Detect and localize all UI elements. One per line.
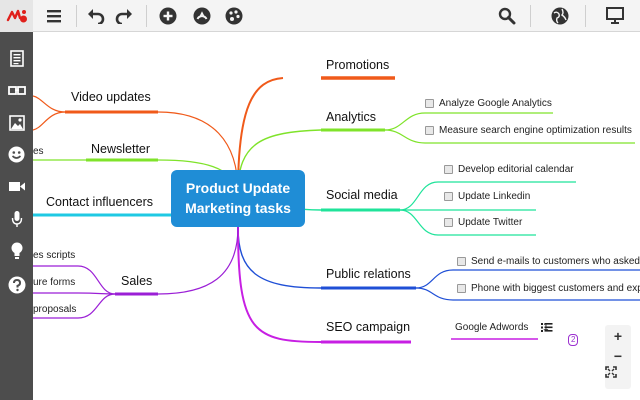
node-google-adwords[interactable]: Google Adwords bbox=[455, 322, 528, 333]
node-seo-campaign[interactable]: SEO campaign bbox=[326, 320, 410, 334]
left-sidebar bbox=[0, 32, 33, 400]
globe-icon[interactable] bbox=[548, 4, 572, 28]
task-node[interactable]: Update Linkedin bbox=[444, 191, 530, 202]
task-label: Update Twitter bbox=[458, 217, 523, 228]
task-label: Develop editorial calendar bbox=[458, 164, 574, 175]
node-newsletter[interactable]: Newsletter bbox=[91, 142, 150, 156]
collapsed-children-badge[interactable]: 2 bbox=[568, 334, 579, 346]
image-icon[interactable] bbox=[4, 110, 29, 135]
lightbulb-icon[interactable] bbox=[4, 238, 29, 263]
help-icon[interactable] bbox=[4, 272, 29, 297]
task-node[interactable]: Analyze Google Analytics bbox=[425, 98, 552, 109]
central-node[interactable]: Product Update Marketing tasks bbox=[171, 170, 305, 227]
zoom-controls: + − bbox=[605, 325, 631, 389]
mindmup-logo-icon[interactable] bbox=[0, 0, 33, 32]
emoji-icon[interactable] bbox=[4, 142, 29, 167]
task-checkbox[interactable] bbox=[457, 284, 466, 293]
list-indicator[interactable]: 1 bbox=[541, 322, 553, 333]
mindmap-app: Product Update Marketing tasks Promotion… bbox=[0, 0, 640, 400]
task-node[interactable]: Send e-mails to customers who asked bbox=[457, 256, 640, 267]
video-icon[interactable] bbox=[4, 174, 29, 199]
task-checkbox[interactable] bbox=[457, 257, 466, 266]
attachment-icon[interactable] bbox=[190, 4, 214, 28]
toolbar-divider bbox=[146, 5, 147, 27]
mindmap-canvas[interactable]: Product Update Marketing tasks Promotion… bbox=[33, 32, 640, 400]
node-promotions[interactable]: Promotions bbox=[326, 58, 389, 72]
mindmap-connectors bbox=[33, 76, 640, 344]
glasses-icon[interactable] bbox=[4, 78, 29, 103]
menu-icon[interactable] bbox=[42, 4, 66, 28]
central-node-title-line2: Marketing tasks bbox=[185, 200, 291, 216]
node-analytics[interactable]: Analytics bbox=[326, 110, 376, 124]
task-label: Update Linkedin bbox=[458, 191, 531, 202]
node-sales[interactable]: Sales bbox=[121, 274, 152, 288]
task-checkbox[interactable] bbox=[444, 218, 453, 227]
node-newsletter-child[interactable]: es bbox=[33, 146, 44, 157]
node-contact-influencers[interactable]: Contact influencers bbox=[46, 195, 153, 209]
toolbar-divider bbox=[76, 5, 77, 27]
node-video-updates[interactable]: Video updates bbox=[71, 90, 151, 104]
task-label: Send e-mails to customers who asked bbox=[471, 256, 640, 267]
node-social-media[interactable]: Social media bbox=[326, 188, 398, 202]
palette-icon[interactable] bbox=[222, 4, 246, 28]
task-label: Phone with biggest customers and exp bbox=[471, 283, 640, 294]
zoom-in-button[interactable]: + bbox=[605, 326, 631, 346]
toolbar-divider bbox=[585, 5, 586, 27]
microphone-icon[interactable] bbox=[4, 206, 29, 231]
zoom-out-button[interactable]: − bbox=[605, 346, 631, 366]
toolbar-divider bbox=[530, 5, 531, 27]
search-icon[interactable] bbox=[495, 4, 519, 28]
presentation-icon[interactable] bbox=[603, 4, 627, 28]
task-checkbox[interactable] bbox=[444, 192, 453, 201]
fit-to-screen-icon[interactable] bbox=[605, 366, 631, 386]
undo-icon[interactable] bbox=[84, 4, 108, 28]
task-label: Analyze Google Analytics bbox=[439, 98, 552, 109]
task-node[interactable]: Measure search engine optimization resul… bbox=[425, 125, 632, 136]
task-node[interactable]: Develop editorial calendar bbox=[444, 164, 574, 175]
node-sales-child[interactable]: ure forms bbox=[33, 277, 75, 288]
top-toolbar bbox=[0, 0, 640, 32]
task-node[interactable]: Phone with biggest customers and exp bbox=[457, 283, 640, 294]
task-checkbox[interactable] bbox=[444, 165, 453, 174]
task-label: Measure search engine optimization resul… bbox=[439, 125, 632, 136]
central-node-title-line1: Product Update bbox=[185, 180, 291, 196]
task-checkbox[interactable] bbox=[425, 126, 434, 135]
document-icon[interactable] bbox=[4, 46, 29, 71]
add-node-icon[interactable] bbox=[156, 4, 180, 28]
node-public-relations[interactable]: Public relations bbox=[326, 267, 411, 281]
node-sales-child[interactable]: es scripts bbox=[33, 250, 75, 261]
task-node[interactable]: Update Twitter bbox=[444, 217, 522, 228]
task-checkbox[interactable] bbox=[425, 99, 434, 108]
redo-icon[interactable] bbox=[112, 4, 136, 28]
node-sales-child[interactable]: proposals bbox=[33, 304, 76, 315]
